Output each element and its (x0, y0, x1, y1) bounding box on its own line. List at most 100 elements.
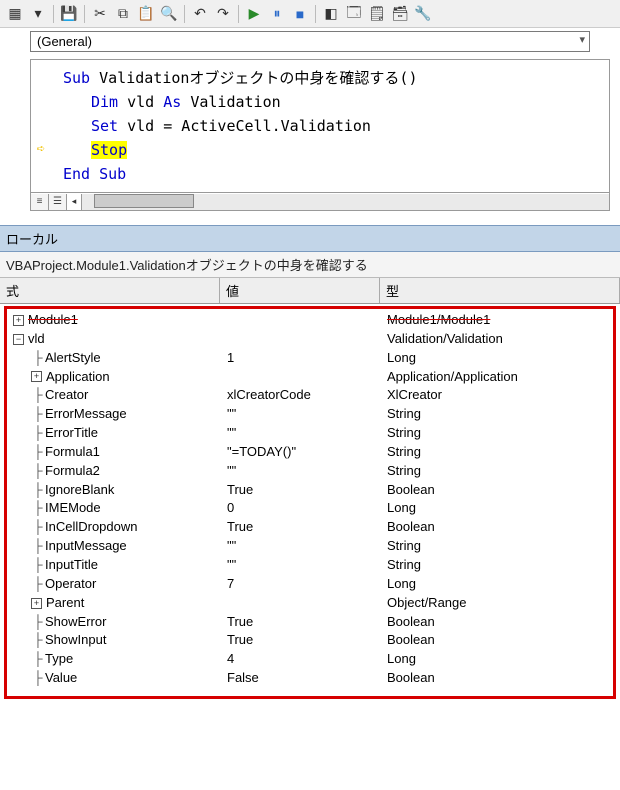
tree-tee-icon: ├ (31, 537, 45, 556)
locals-row[interactable]: ├ ErrorTitle""String (7, 424, 613, 443)
tree-tee-icon: ├ (31, 349, 45, 368)
copy-icon[interactable]: ⧉ (112, 3, 134, 25)
scroll-thumb[interactable] (94, 194, 194, 208)
locals-row[interactable]: ├ IgnoreBlankTrueBoolean (7, 481, 613, 500)
undo-icon[interactable]: ↶ (189, 3, 211, 25)
tree-tee-icon: ├ (31, 481, 45, 500)
toolbox-icon[interactable]: 🔧 (412, 3, 434, 25)
collapse-icon[interactable]: − (13, 334, 24, 345)
locals-prop-name: Operator (45, 575, 96, 594)
cut-icon[interactable]: ✂ (89, 3, 111, 25)
procedure-dropdown-value: (General) (37, 34, 92, 49)
code-kw-stop: Stop (91, 141, 127, 159)
locals-prop-type: Long (387, 349, 613, 368)
locals-prop-name: Type (45, 650, 73, 669)
locals-row[interactable]: ├ ShowInputTrueBoolean (7, 631, 613, 650)
col-header-expression[interactable]: 式 (0, 278, 220, 303)
redo-icon[interactable]: ↷ (212, 3, 234, 25)
locals-row[interactable]: ├ ValueFalseBoolean (7, 669, 613, 688)
pause-icon[interactable]: ⏸ (266, 3, 288, 25)
locals-prop-name: Formula2 (45, 462, 100, 481)
locals-prop-value: True (227, 481, 387, 500)
locals-prop-value: 1 (227, 349, 387, 368)
code-var: vld (118, 93, 163, 111)
stop-icon[interactable]: ■ (289, 3, 311, 25)
locals-context: VBAProject.Module1.Validationオブジェクトの中身を確… (0, 252, 620, 278)
properties-icon[interactable]: 🗒 (366, 3, 388, 25)
locals-row[interactable]: ├ Type4Long (7, 650, 613, 669)
locals-prop-type: Boolean (387, 631, 613, 650)
locals-row[interactable]: ├ ErrorMessage""String (7, 405, 613, 424)
locals-grid-body: + Module1 Module1/Module1 − vld Validati… (4, 306, 616, 699)
code-type: Validation (181, 93, 280, 111)
save-icon[interactable]: 💾 (58, 3, 80, 25)
locals-prop-value: "" (227, 424, 387, 443)
tree-tee-icon: ├ (31, 462, 45, 481)
tree-tee-icon: ├ (31, 424, 45, 443)
locals-name: vld (28, 330, 45, 349)
locals-row[interactable]: ├ IMEMode0Long (7, 499, 613, 518)
locals-prop-name: ErrorMessage (45, 405, 127, 424)
procedure-dropdown-bar: (General) (0, 28, 620, 55)
browser-icon[interactable]: 🗃 (389, 3, 411, 25)
tree-tee-icon: ├ (31, 443, 45, 462)
code-editor[interactable]: Sub Validationオブジェクトの中身を確認する() Dim vld A… (30, 59, 610, 193)
paste-icon[interactable]: 📋 (135, 3, 157, 25)
excel-icon[interactable]: ▦ (4, 3, 26, 25)
locals-name: Module1 (28, 311, 78, 330)
scroll-left-icon[interactable]: ◂ (67, 196, 81, 207)
locals-row[interactable]: ├ Operator7Long (7, 575, 613, 594)
tree-tee-icon: ├ (31, 613, 45, 632)
locals-prop-type: String (387, 537, 613, 556)
locals-prop-name: Formula1 (45, 443, 100, 462)
locals-row[interactable]: ├ InCellDropdownTrueBoolean (7, 518, 613, 537)
locals-prop-type: Long (387, 575, 613, 594)
locals-row[interactable]: ├ CreatorxlCreatorCodeXlCreator (7, 386, 613, 405)
locals-prop-name: AlertStyle (45, 349, 101, 368)
tree-tee-icon: ├ (31, 405, 45, 424)
code-kw-endsub: End Sub (63, 165, 126, 183)
project-icon[interactable]: 🗔 (343, 3, 365, 25)
locals-row[interactable]: ├ InputMessage""String (7, 537, 613, 556)
col-header-value[interactable]: 値 (220, 278, 380, 303)
col-header-type[interactable]: 型 (380, 278, 620, 303)
locals-prop-type: String (387, 556, 613, 575)
locals-prop-name: InputMessage (45, 537, 127, 556)
proc-view-icon[interactable]: ≡ (31, 194, 49, 210)
procedure-dropdown[interactable]: (General) (30, 31, 590, 52)
locals-prop-name: ShowInput (45, 631, 106, 650)
tree-tee-icon: ├ (31, 631, 45, 650)
locals-prop-name: InputTitle (45, 556, 98, 575)
locals-row[interactable]: ├ InputTitle""String (7, 556, 613, 575)
expand-icon[interactable]: + (31, 371, 42, 382)
locals-row[interactable]: + ParentObject/Range (7, 594, 613, 613)
locals-prop-value: 4 (227, 650, 387, 669)
locals-prop-type: Long (387, 499, 613, 518)
run-icon[interactable]: ▶ (243, 3, 265, 25)
locals-prop-name: ShowError (45, 613, 106, 632)
code-kw-as: As (163, 93, 181, 111)
tree-tee-icon: ├ (31, 386, 45, 405)
locals-row[interactable]: ├ ShowErrorTrueBoolean (7, 613, 613, 632)
locals-row[interactable]: + ApplicationApplication/Application (7, 368, 613, 387)
dropdown-icon[interactable]: ▾ (27, 3, 49, 25)
code-kw-dim: Dim (91, 93, 118, 111)
design-icon[interactable]: ◧ (320, 3, 342, 25)
locals-row[interactable]: ├ Formula1 "=TODAY()"String (7, 443, 613, 462)
locals-row[interactable]: ├ AlertStyle 1Long (7, 349, 613, 368)
locals-row-module1[interactable]: + Module1 Module1/Module1 (7, 311, 613, 330)
locals-prop-value: "=TODAY()" (227, 443, 387, 462)
locals-prop-type: String (387, 443, 613, 462)
code-assign: vld = ActiveCell.Validation (118, 117, 371, 135)
expand-icon[interactable]: + (13, 315, 24, 326)
horizontal-scrollbar[interactable] (81, 194, 609, 210)
locals-prop-value: 7 (227, 575, 387, 594)
full-view-icon[interactable]: ☰ (49, 194, 67, 210)
locals-row-vld[interactable]: − vld Validation/Validation (7, 330, 613, 349)
expand-icon[interactable]: + (31, 598, 42, 609)
code-sub-name: Validationオブジェクトの中身を確認する() (90, 69, 417, 87)
code-kw-sub: Sub (63, 69, 90, 87)
find-icon[interactable]: 🔍 (158, 3, 180, 25)
locals-row[interactable]: ├ Formula2""String (7, 462, 613, 481)
locals-prop-name: IMEMode (45, 499, 101, 518)
